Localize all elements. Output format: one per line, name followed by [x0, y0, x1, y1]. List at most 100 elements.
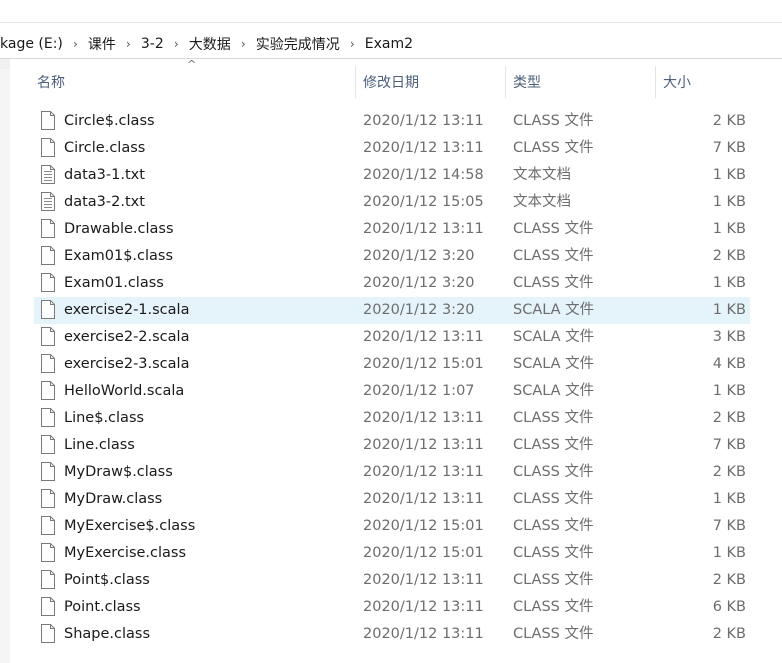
file-name: HelloWorld.scala [64, 383, 185, 399]
file-modified-date: 2020/1/12 15:01 [363, 545, 484, 561]
file-name: Line$.class [64, 410, 145, 426]
file-modified-date: 2020/1/12 15:01 [363, 356, 484, 372]
file-name: Line.class [64, 437, 135, 453]
breadcrumb-folder-exam2[interactable]: Exam2 [365, 36, 413, 52]
column-header-row: ^ 名称 修改日期 类型 大小 [10, 58, 782, 102]
file-modified-date: 2020/1/12 13:11 [363, 464, 484, 480]
file-row[interactable]: data3-2.txt 2020/1/12 15:05 文本文档 1 KB [34, 189, 750, 216]
chevron-right-icon[interactable]: › [63, 37, 88, 51]
file-row[interactable]: MyDraw.class 2020/1/12 13:11 CLASS 文件 1 KB [34, 486, 750, 513]
text-file-icon [41, 192, 55, 211]
blank-file-icon [41, 381, 55, 400]
file-row[interactable]: Line.class 2020/1/12 13:11 CLASS 文件 7 KB [34, 432, 750, 459]
scrollbar-thumb[interactable] [0, 69, 10, 663]
file-size: 2 KB [712, 572, 746, 588]
file-size: 7 KB [712, 140, 746, 156]
file-name: data3-2.txt [64, 194, 145, 210]
file-size: 3 KB [712, 329, 746, 345]
file-row[interactable]: Circle$.class 2020/1/12 13:11 CLASS 文件 2 KB [34, 108, 750, 135]
file-name: exercise2-2.scala [64, 329, 190, 345]
file-size: 2 KB [712, 464, 746, 480]
blank-file-icon [41, 327, 55, 346]
file-row[interactable]: MyExercise.class 2020/1/12 15:01 CLASS 文件 1… [34, 540, 750, 567]
breadcrumb-folder-bigdata[interactable]: 大数据 [189, 34, 231, 54]
file-row[interactable]: exercise2-3.scala 2020/1/12 15:01 SCALA 文件… [34, 351, 750, 378]
file-modified-date: 2020/1/12 15:01 [363, 518, 484, 534]
file-modified-date: 2020/1/12 14:58 [363, 167, 484, 183]
file-name: Shape.class [64, 626, 151, 642]
file-size: 2 KB [712, 410, 746, 426]
column-header-type[interactable]: 类型 [506, 62, 656, 102]
file-type: CLASS 文件 [513, 599, 594, 615]
blank-file-icon [41, 570, 55, 589]
file-modified-date: 2020/1/12 15:05 [363, 194, 484, 210]
text-file-icon [41, 165, 55, 184]
column-header-size[interactable]: 大小 [656, 62, 782, 102]
file-row[interactable]: exercise2-2.scala 2020/1/12 13:11 SCALA 文件… [34, 324, 750, 351]
file-name: MyDraw.class [64, 491, 163, 507]
file-size: 1 KB [712, 491, 746, 507]
file-row[interactable]: Point$.class 2020/1/12 13:11 CLASS 文件 2 KB [34, 567, 750, 594]
ribbon-area [0, 0, 782, 30]
breadcrumb-folder-courseware[interactable]: 课件 [88, 34, 116, 54]
file-name: exercise2-1.scala [64, 302, 190, 318]
blank-file-icon [41, 408, 55, 427]
chevron-right-icon[interactable]: › [164, 37, 189, 51]
column-header-modified-label: 修改日期 [363, 75, 419, 91]
file-type: 文本文档 [513, 167, 571, 183]
blank-file-icon [41, 354, 55, 373]
file-modified-date: 2020/1/12 13:11 [363, 572, 484, 588]
file-size: 1 KB [712, 194, 746, 210]
file-type: SCALA 文件 [513, 329, 595, 345]
blank-file-icon [41, 111, 55, 130]
file-size: 4 KB [712, 356, 746, 372]
file-row[interactable]: exercise2-1.scala 2020/1/12 3:20 SCALA 文件 1… [34, 297, 750, 324]
file-type: CLASS 文件 [513, 518, 594, 534]
file-type: CLASS 文件 [513, 626, 594, 642]
file-row[interactable]: MyExercise$.class 2020/1/12 15:01 CLASS 文件… [34, 513, 750, 540]
file-explorer-window: kage (E:) › 课件 › 3-2 › 大数据 › 实验完成情况 › Ex… [0, 0, 782, 663]
blank-file-icon [41, 138, 55, 157]
file-row[interactable]: Exam01$.class 2020/1/12 3:20 CLASS 文件 2 KB [34, 243, 750, 270]
file-row[interactable]: HelloWorld.scala 2020/1/12 1:07 SCALA 文件 1 … [34, 378, 750, 405]
file-type: CLASS 文件 [513, 464, 594, 480]
file-type: SCALA 文件 [513, 302, 595, 318]
file-type: CLASS 文件 [513, 113, 594, 129]
chevron-right-icon[interactable]: › [340, 37, 365, 51]
column-header-size-label: 大小 [663, 75, 691, 91]
file-row[interactable]: Point.class 2020/1/12 13:11 CLASS 文件 6 KB [34, 594, 750, 621]
file-name: exercise2-3.scala [64, 356, 190, 372]
file-row[interactable]: Shape.class 2020/1/12 13:11 CLASS 文件 2 KB [34, 621, 750, 648]
blank-file-icon [41, 516, 55, 535]
blank-file-icon [41, 462, 55, 481]
file-modified-date: 2020/1/12 3:20 [363, 302, 475, 318]
chevron-right-icon[interactable]: › [231, 37, 256, 51]
breadcrumb-drive[interactable]: kage (E:) [0, 36, 63, 52]
column-header-name[interactable]: 名称 [30, 62, 356, 102]
file-type: CLASS 文件 [513, 140, 594, 156]
column-header-type-label: 类型 [513, 75, 541, 91]
file-modified-date: 2020/1/12 13:11 [363, 221, 484, 237]
file-size: 1 KB [712, 167, 746, 183]
file-name: MyExercise$.class [64, 518, 196, 534]
file-row[interactable]: Line$.class 2020/1/12 13:11 CLASS 文件 2 KB [34, 405, 750, 432]
column-header-modified[interactable]: 修改日期 [356, 62, 506, 102]
file-row[interactable]: MyDraw$.class 2020/1/12 13:11 CLASS 文件 2 KB [34, 459, 750, 486]
file-name: MyDraw$.class [64, 464, 173, 480]
file-row[interactable]: Circle.class 2020/1/12 13:11 CLASS 文件 7 KB [34, 135, 750, 162]
navigation-pane-scrollbar[interactable] [0, 59, 10, 663]
breadcrumb-folder-3-2[interactable]: 3-2 [141, 36, 164, 52]
file-type: CLASS 文件 [513, 248, 594, 264]
file-type: SCALA 文件 [513, 383, 595, 399]
file-name: data3-1.txt [64, 167, 145, 183]
file-name: Circle.class [64, 140, 146, 156]
file-modified-date: 2020/1/12 1:07 [363, 383, 475, 399]
file-modified-date: 2020/1/12 13:11 [363, 437, 484, 453]
address-bar[interactable]: kage (E:) › 课件 › 3-2 › 大数据 › 实验完成情况 › Ex… [0, 30, 782, 59]
file-row[interactable]: Drawable.class 2020/1/12 13:11 CLASS 文件 1 K… [34, 216, 750, 243]
file-size: 1 KB [712, 275, 746, 291]
breadcrumb-folder-lab-status[interactable]: 实验完成情况 [256, 34, 340, 54]
file-row[interactable]: Exam01.class 2020/1/12 3:20 CLASS 文件 1 KB [34, 270, 750, 297]
file-row[interactable]: data3-1.txt 2020/1/12 14:58 文本文档 1 KB [34, 162, 750, 189]
chevron-right-icon[interactable]: › [116, 37, 141, 51]
